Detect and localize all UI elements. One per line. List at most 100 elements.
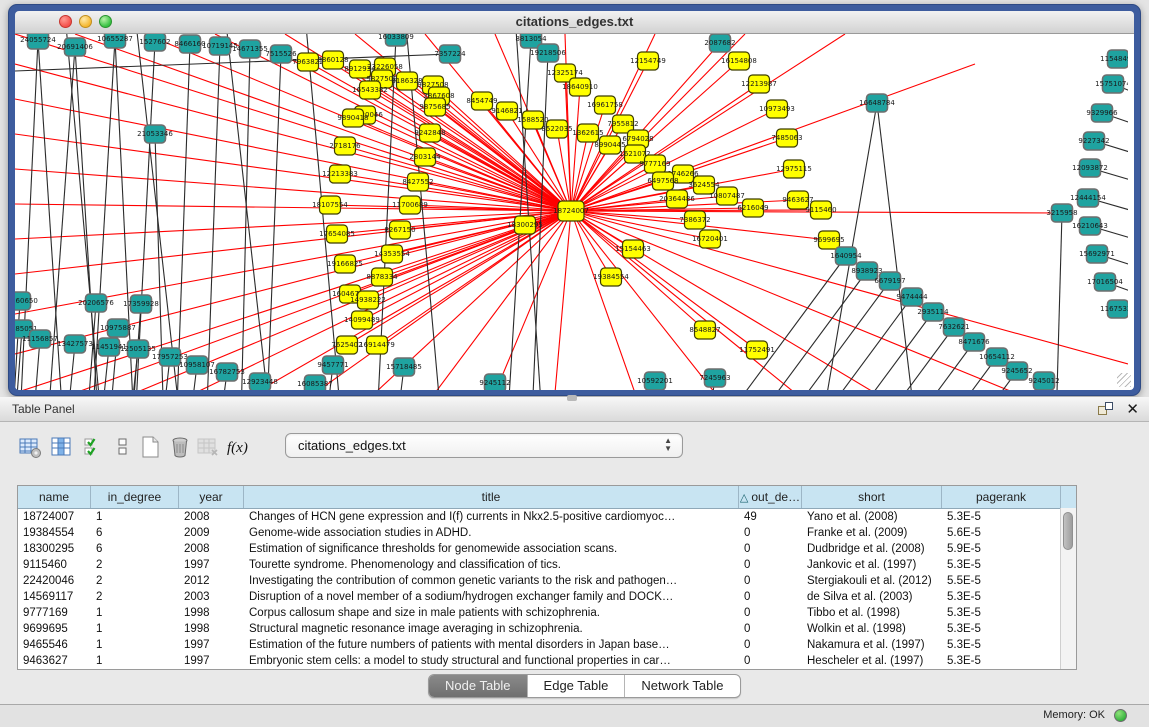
table-header-row: namein_degreeyeartitle△out_de…shortpager… (18, 486, 1076, 509)
graph-node-label: 12093872 (1072, 164, 1108, 172)
table-cell: 2008 (179, 541, 244, 557)
graph-node-label: 7625402 (331, 341, 362, 349)
table-cell: Franke et al. (2009) (802, 525, 942, 541)
graph-node-label: 7955812 (607, 120, 638, 128)
graph-node-label: 9245652 (1001, 367, 1032, 375)
split-pane-grip[interactable] (567, 395, 577, 401)
window-titlebar[interactable]: citations_edges.txt (15, 11, 1134, 34)
table-row[interactable]: 946554611997Estimation of the future num… (18, 637, 1076, 653)
row-height-icon[interactable] (110, 435, 136, 461)
minimize-window-button[interactable] (79, 15, 92, 28)
table-row[interactable]: 911546021997Tourette syndrome. Phenomeno… (18, 557, 1076, 573)
graph-node-label: 12213987 (741, 80, 777, 88)
show-columns-icon[interactable] (50, 435, 76, 461)
table-cell: 5.3E-5 (942, 589, 1061, 605)
close-icon[interactable]: ✕ (1126, 400, 1139, 418)
table-settings-icon[interactable] (18, 435, 44, 461)
table-cell: 9465546 (18, 637, 91, 653)
graph-node-label: 19384554 (593, 273, 629, 281)
graph-node-label: 25160650 (15, 297, 38, 305)
table-row[interactable]: 1456911722003Disruption of a novel membe… (18, 589, 1076, 605)
table-cell: 0 (739, 637, 802, 653)
graph-node-label: 20206576 (78, 299, 114, 307)
graph-node-label: 16210643 (1072, 222, 1108, 230)
table-cell: Estimation of significance thresholds fo… (244, 541, 739, 557)
table-cell: 18300295 (18, 541, 91, 557)
tab-node-table[interactable]: Node Table (429, 675, 528, 697)
table-cell: Hescheler et al. (1997) (802, 653, 942, 669)
graph-node-label: 1362615 (572, 129, 603, 137)
graph-node-label: 6216049 (737, 204, 768, 212)
network-canvas[interactable]: 1872400779638228860128891293423226058982… (15, 34, 1134, 390)
graph-node-label: 9699695 (813, 236, 844, 244)
column-header-pagerank[interactable]: pagerank (942, 486, 1061, 508)
scrollbar-thumb[interactable] (1063, 512, 1073, 550)
table-panel-header[interactable]: Table Panel ✕ (0, 397, 1149, 422)
select-columns-icon[interactable] (82, 435, 108, 461)
close-window-button[interactable] (59, 15, 72, 28)
graph-node-label: 18640910 (562, 83, 598, 91)
table-row[interactable]: 977716911998Corpus callosum shape and si… (18, 605, 1076, 621)
graph-node-label: 11752491 (739, 346, 775, 354)
table-cell: Tourette syndrome. Phenomenology and cla… (244, 557, 739, 573)
graph-node-label: 1527602 (139, 38, 170, 46)
table-cell: 0 (739, 605, 802, 621)
function-builder-icon[interactable]: f(x) (227, 435, 253, 461)
graph-node-label: 2935114 (917, 308, 949, 316)
tab-network-table[interactable]: Network Table (625, 675, 739, 697)
graph-node-label: 19166825 (327, 260, 363, 268)
column-header-year[interactable]: year (179, 486, 244, 508)
zoom-window-button[interactable] (99, 15, 112, 28)
graph-node-label: 14938222 (350, 296, 386, 304)
graph-node-label: 9245112 (479, 379, 510, 387)
citation-graph[interactable]: 1872400779638228860128891293423226058982… (15, 34, 1128, 390)
graph-node-label: 9777169 (639, 160, 670, 168)
table-cell: Disruption of a novel member of a sodium… (244, 589, 739, 605)
table-cell: 49 (739, 509, 802, 525)
table-row[interactable]: 946362711997Embryonic stem cells: a mode… (18, 653, 1076, 669)
table-row[interactable]: 969969511998Structural magnetic resonanc… (18, 621, 1076, 637)
graph-node-label: 21053346 (137, 130, 173, 138)
table-cell: 5.3E-5 (942, 653, 1061, 669)
table-cell: 1 (91, 621, 179, 637)
graph-node-label: 8878334 (366, 273, 398, 281)
table-cell: 18724007 (18, 509, 91, 525)
column-header-title[interactable]: title (244, 486, 739, 508)
graph-node-label: 9227342 (1078, 137, 1109, 145)
delete-icon[interactable] (168, 435, 194, 461)
table-cell: Embryonic stem cells: a model to study s… (244, 653, 739, 669)
column-header-name[interactable]: name (18, 486, 91, 508)
graph-node-label: 20364486 (659, 195, 695, 203)
table-row[interactable]: 1872400712008Changes of HCN gene express… (18, 509, 1076, 525)
graph-node-label: 7485063 (771, 134, 802, 142)
tab-edge-table[interactable]: Edge Table (528, 675, 626, 697)
graph-node-label: 10807487 (709, 192, 745, 200)
table-row[interactable]: 2242004622012Investigating the contribut… (18, 573, 1076, 589)
graph-node-label: 12213383 (322, 170, 358, 178)
float-window-icon[interactable] (1098, 402, 1113, 416)
table-selector-combobox[interactable]: citations_edges.txt ▲▼ (285, 433, 683, 458)
graph-node-label: 11675334 (1100, 305, 1128, 313)
graph-node-label: 20691406 (57, 43, 93, 51)
column-header-in_degree[interactable]: in_degree (91, 486, 179, 508)
window-resize-grip[interactable] (1117, 373, 1131, 387)
new-document-icon[interactable] (138, 435, 164, 461)
column-header-out_de[interactable]: △out_de… (739, 486, 802, 508)
table-cell: 2008 (179, 509, 244, 525)
table-cell: Jankovic et al. (1997) (802, 557, 942, 573)
table-row[interactable]: 1938455462009Genome-wide association stu… (18, 525, 1076, 541)
graph-node-label: 8938923 (851, 267, 882, 275)
table-cell: Stergiakouli et al. (2012) (802, 573, 942, 589)
table-row[interactable]: 1830029562008Estimation of significance … (18, 541, 1076, 557)
graph-node-label: 9245012 (1028, 377, 1059, 385)
window-title: citations_edges.txt (15, 11, 1134, 33)
column-header-short[interactable]: short (802, 486, 942, 508)
table-cell: 9115460 (18, 557, 91, 573)
vertical-scrollbar[interactable] (1060, 508, 1076, 669)
graph-node-label: 9890418 (337, 114, 368, 122)
table-cell: 6 (91, 525, 179, 541)
graph-node-label: 7515526 (265, 50, 297, 58)
table-cell: 9777169 (18, 605, 91, 621)
node-table: namein_degreeyeartitle△out_de…shortpager… (17, 485, 1077, 670)
graph-node-label: 10975887 (100, 324, 136, 332)
